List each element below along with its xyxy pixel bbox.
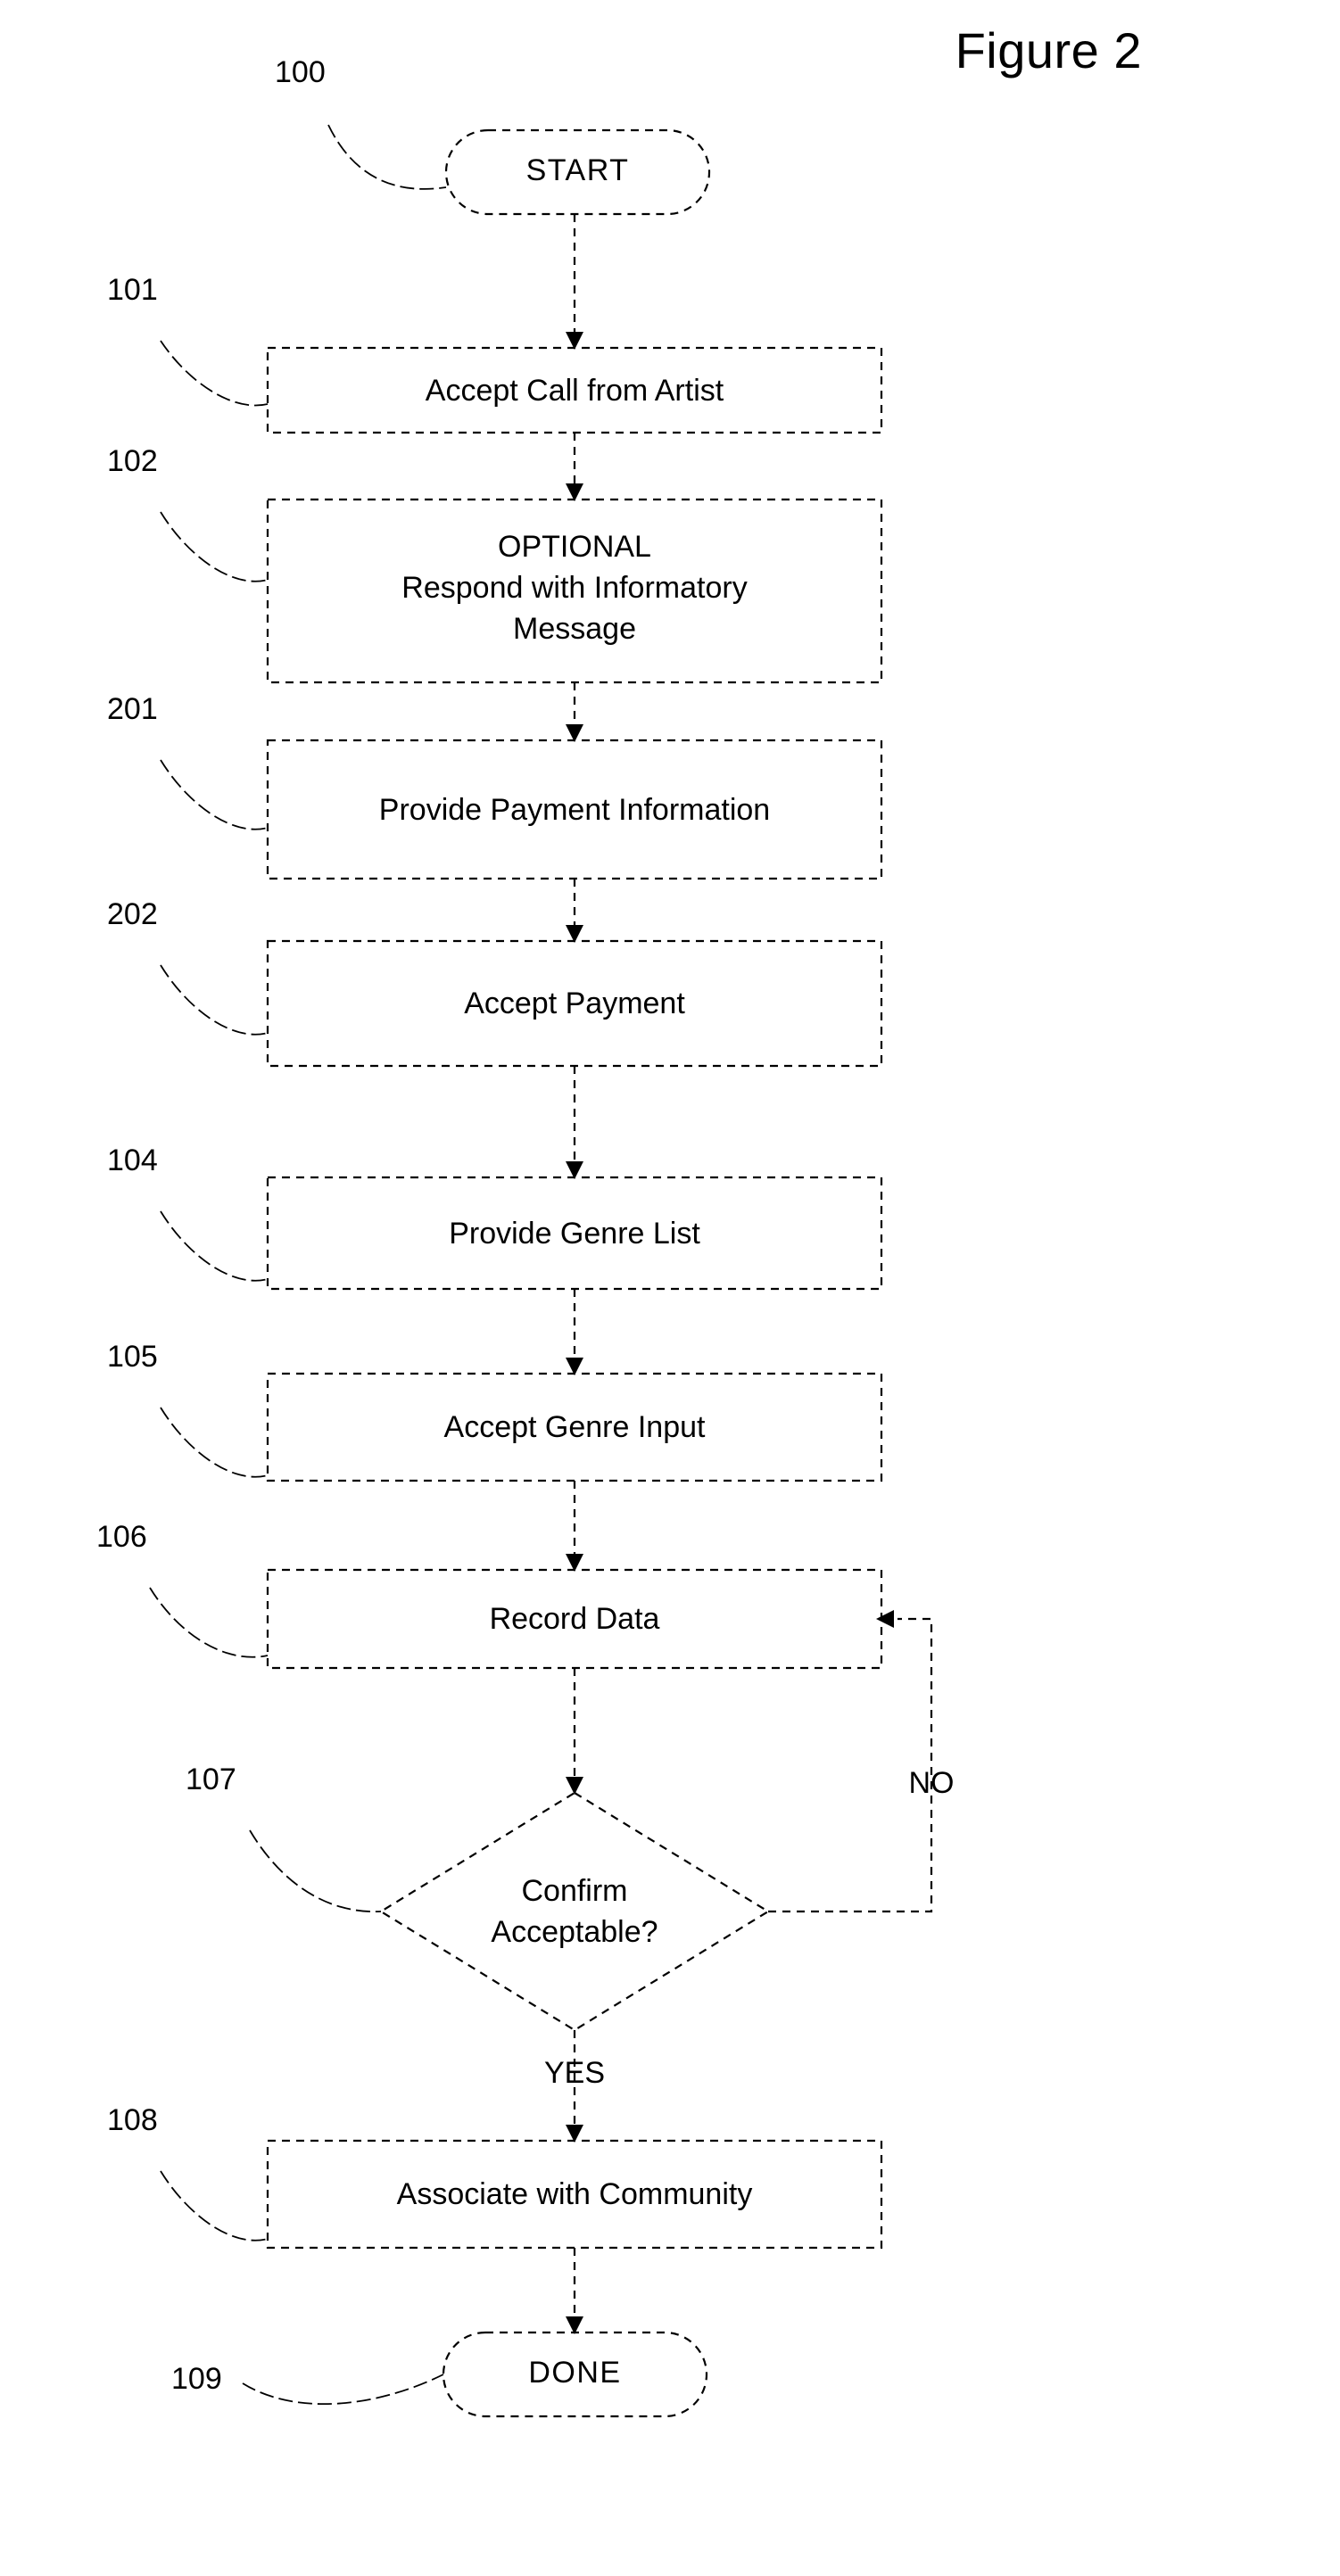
- ref-numeral-202: 202: [107, 897, 158, 931]
- node-201-shape: [266, 739, 883, 880]
- ref-numeral-105: 105: [107, 1340, 158, 1374]
- ref-numeral-109: 109: [171, 2362, 222, 2396]
- ref-numeral-102: 102: [107, 444, 158, 478]
- leader-201: [160, 759, 269, 830]
- node-105-shape: [266, 1372, 883, 1482]
- ref-numeral-101: 101: [107, 273, 158, 307]
- leader-101: [160, 340, 269, 407]
- leader-100: [327, 124, 447, 190]
- node-done-label: DONE: [528, 2356, 622, 2390]
- node-202-shape: [266, 939, 883, 1068]
- flowchart-canvas: [149, 124, 933, 2418]
- ref-numeral-201: 201: [107, 692, 158, 726]
- ref-numeral-100: 100: [275, 55, 326, 89]
- leader-104: [160, 1210, 269, 1282]
- leader-108: [160, 2170, 269, 2242]
- node-106-shape: [266, 1568, 883, 1670]
- edge-label-no: NO: [908, 1766, 955, 1800]
- ref-numeral-108: 108: [107, 2103, 158, 2137]
- node-108-shape: [266, 2139, 883, 2250]
- node-102-shape: [266, 498, 883, 684]
- ref-numeral-107: 107: [186, 1763, 236, 1796]
- leader-102: [160, 511, 269, 582]
- ref-numeral-106: 106: [96, 1520, 147, 1554]
- node-start-label: START: [525, 153, 630, 187]
- leader-109: [242, 2374, 444, 2406]
- node-107-shape: [378, 1791, 771, 2032]
- leader-202: [160, 964, 269, 1036]
- node-101-shape: [266, 346, 883, 434]
- node-104-shape: [266, 1176, 883, 1291]
- ref-numeral-104: 104: [107, 1144, 158, 1177]
- leader-106: [149, 1587, 269, 1658]
- edge-label-yes: YES: [543, 2056, 606, 2090]
- leader-105: [160, 1407, 269, 1478]
- leader-107: [249, 1829, 382, 1912]
